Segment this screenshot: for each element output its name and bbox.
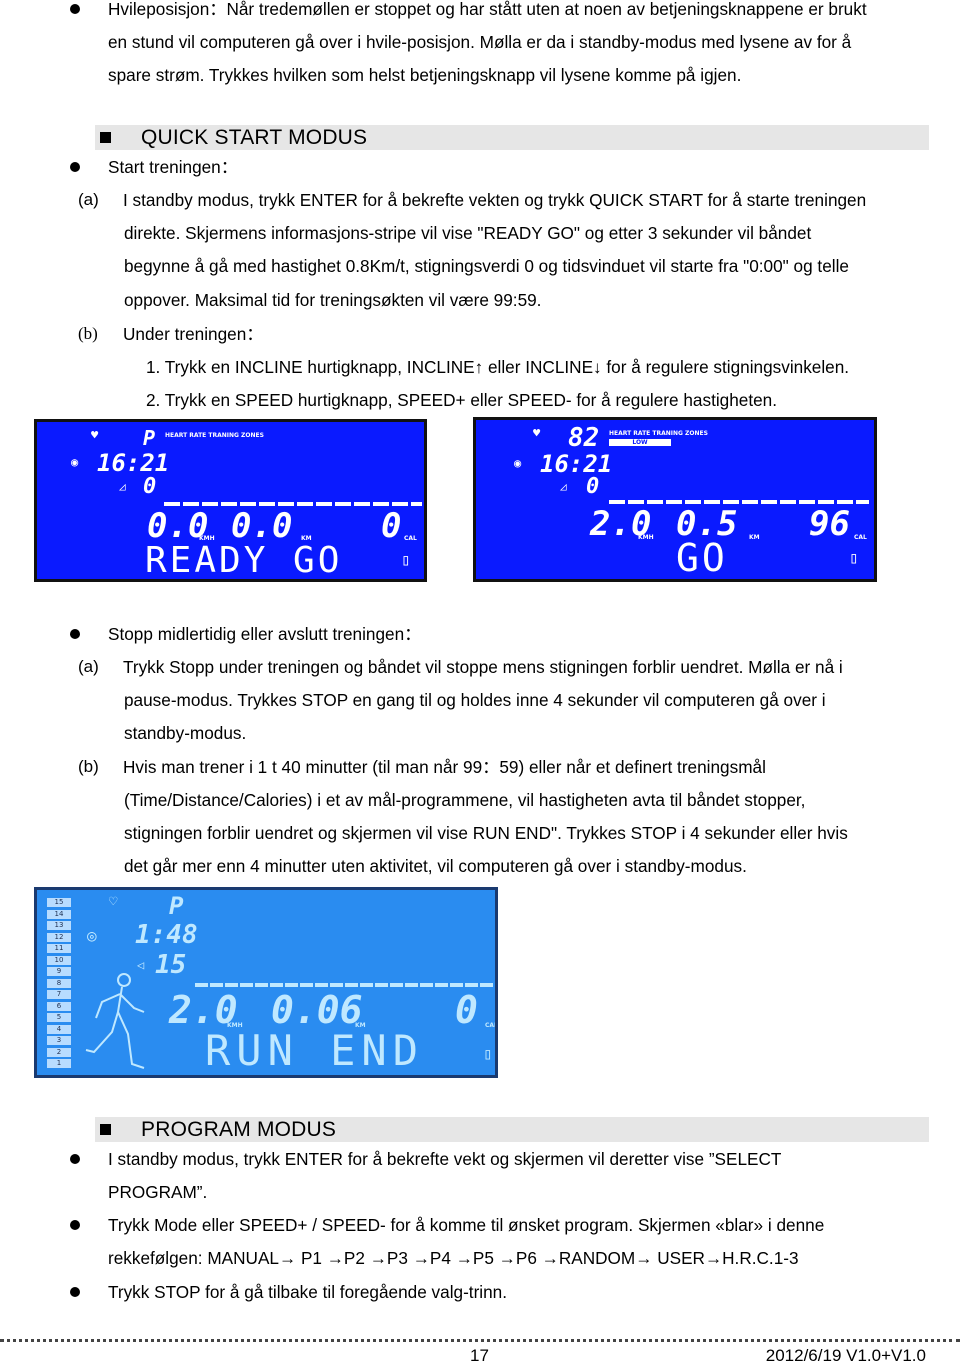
- bullet-icon: [70, 1220, 80, 1230]
- item-text: standby-modus.: [124, 723, 247, 743]
- item-text: (Time/Distance/Calories) i et av mål-pro…: [124, 790, 806, 810]
- level-indicator: 5: [47, 1013, 71, 1022]
- incline-icon: ◿: [119, 480, 126, 493]
- version-label: 2012/6/19 V1.0+V1.0: [765, 1346, 926, 1365]
- level-indicator: 11: [47, 944, 71, 953]
- hr-zone-badge: LOW: [609, 439, 671, 446]
- level-indicator: 6: [47, 1001, 71, 1011]
- program-indicator: P: [169, 892, 184, 920]
- program-indicator: P: [143, 426, 156, 450]
- item-text: Trykk Stopp under treningen og båndet vi…: [123, 657, 843, 677]
- level-indicator: 9: [47, 967, 71, 976]
- section-title: PROGRAM MODUS: [141, 1118, 337, 1141]
- level-indicator: 8: [47, 978, 71, 988]
- item-text: pause-modus. Trykkes STOP en gang til og…: [124, 690, 826, 710]
- lcd-display-go: ♥ 82 HEART RATE TRANING ZONES LOW ◉ 16:2…: [473, 417, 877, 582]
- heart-icon: ♥: [91, 428, 99, 442]
- time-readout: 1:48: [135, 920, 198, 950]
- heart-icon: ♡: [109, 894, 118, 910]
- bullet-text: rekkefølgen: MANUAL→ P1 →P2 →P3 →P4 →P5 …: [108, 1248, 799, 1268]
- pulse-readout: 82: [568, 423, 600, 453]
- device-icon: ▯: [483, 1044, 493, 1063]
- page-number: 17: [470, 1346, 489, 1365]
- numbered-item: 2. Trykk en SPEED hurtigknapp, SPEED+ el…: [146, 390, 778, 410]
- calories-readout: 0: [455, 988, 478, 1032]
- bullet-text: Trykk Mode eller SPEED+ / SPEED- for å k…: [108, 1215, 825, 1235]
- bullet-icon: [70, 1287, 80, 1297]
- calories-readout: 0: [381, 506, 402, 546]
- item-label: (b): [78, 324, 98, 343]
- calories-unit: CAL: [854, 534, 867, 541]
- level-indicator: 12: [47, 932, 71, 942]
- clock-icon: ◉: [71, 455, 79, 469]
- bullet-icon: [70, 162, 80, 172]
- bullet-icon: [70, 4, 80, 14]
- level-indicator: 13: [47, 921, 71, 930]
- calories-unit: CAL: [485, 1022, 498, 1029]
- footer-divider: [0, 1339, 960, 1342]
- level-indicator: 4: [47, 1024, 71, 1034]
- item-label: (a): [78, 657, 99, 676]
- speed-unit: KMH: [638, 534, 654, 541]
- standby-text: spare strøm. Trykkes hvilken som helst b…: [108, 65, 742, 85]
- calories-readout: 96: [809, 504, 850, 544]
- level-indicator: 1: [47, 1059, 71, 1068]
- calories-unit: CAL: [404, 535, 417, 542]
- square-bullet-icon: [100, 1124, 111, 1135]
- incline-icon: ◁: [137, 958, 145, 972]
- level-indicator: 7: [47, 990, 71, 999]
- incline-readout: 0: [143, 474, 157, 499]
- hr-zones-label: HEART RATE TRANING ZONES: [609, 430, 708, 437]
- message-readout: READY GO: [145, 540, 343, 581]
- level-indicator: 15: [47, 898, 71, 907]
- level-indicator: 2: [47, 1047, 71, 1057]
- bullet-text: Trykk STOP for å gå tilbake til foregåen…: [108, 1282, 508, 1302]
- progress-segments: [195, 983, 495, 987]
- hr-zones-label: HEART RATE TRANING ZONES: [165, 432, 264, 439]
- message-readout: RUN END: [205, 1026, 425, 1075]
- item-text: Under treningen：: [123, 324, 264, 344]
- level-indicator: 10: [47, 955, 71, 965]
- item-label: (b): [78, 757, 99, 776]
- item-text: begynne å gå med hastighet 0.8Km/t, stig…: [124, 256, 849, 276]
- bullet-text: Start treningen：: [108, 157, 238, 177]
- message-readout: GO: [676, 536, 728, 580]
- time-readout: 16:21: [97, 449, 170, 477]
- item-text: direkte. Skjermens informasjons-stripe v…: [124, 223, 812, 243]
- level-indicator: 14: [47, 909, 71, 919]
- bullet-text: Stopp midlertidig eller avslutt treninge…: [108, 624, 422, 644]
- device-icon: ▯: [401, 550, 411, 569]
- item-text: Hvis man trener i 1 t 40 minutter (til m…: [123, 757, 766, 777]
- clock-icon: ◎: [87, 926, 97, 945]
- section-header-quick-start: QUICK START MODUS: [95, 125, 929, 150]
- device-icon: ▯: [849, 548, 859, 567]
- runner-icon: [85, 973, 145, 1069]
- time-readout: 16:21: [540, 450, 613, 478]
- bullet-icon: [70, 629, 80, 639]
- incline-icon: ◿: [560, 480, 567, 493]
- item-text: stigningen forblir uendret og skjermen v…: [124, 823, 848, 843]
- bullet-text: I standby modus, trykk ENTER for å bekre…: [108, 1149, 782, 1169]
- section-title: QUICK START MODUS: [141, 126, 368, 149]
- item-text: I standby modus, trykk ENTER for å bekre…: [123, 190, 867, 210]
- standby-text: en stund vil computeren gå over i hvile-…: [108, 32, 852, 52]
- incline-readout: 15: [155, 950, 187, 980]
- heart-icon: ♥: [533, 426, 541, 440]
- standby-text: Hvileposisjon：Når tredemøllen er stoppet…: [108, 0, 867, 19]
- numbered-item: 1. Trykk en INCLINE hurtigknapp, INCLINE…: [146, 357, 850, 377]
- square-bullet-icon: [100, 132, 111, 143]
- distance-unit: KM: [749, 534, 760, 541]
- clock-icon: ◉: [514, 456, 522, 470]
- section-header-program: PROGRAM MODUS: [95, 1117, 929, 1142]
- item-label: (a): [78, 190, 99, 209]
- level-indicator: 3: [47, 1036, 71, 1045]
- bullet-text: PROGRAM”.: [108, 1182, 208, 1202]
- item-text: oppover. Maksimal tid for treningsøkten …: [124, 290, 542, 310]
- item-text: det går mer enn 4 minutter uten aktivite…: [124, 856, 747, 876]
- lcd-display-run-end: 15 14 13 12 11 10 9 8 7 6 5 4 3 2 1 ♡ P …: [34, 887, 498, 1078]
- lcd-display-ready-go: ♥ P HEART RATE TRANING ZONES ◉ 16:21 ◿ 0…: [34, 419, 427, 582]
- bullet-icon: [70, 1154, 80, 1164]
- incline-readout: 0: [586, 474, 600, 499]
